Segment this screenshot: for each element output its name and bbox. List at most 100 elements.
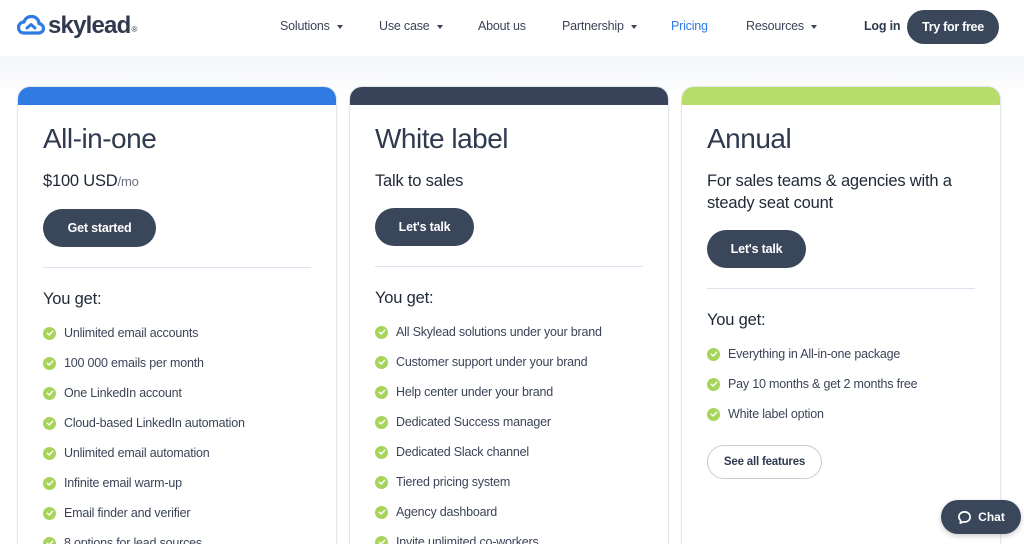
nav-label: Partnership [562,19,624,33]
check-icon [375,415,388,429]
feature-item: White label option [707,399,975,429]
check-icon [375,445,388,459]
card-accent-bar [350,87,668,105]
nav-label: About us [478,19,526,33]
plan-price: Talk to sales [375,172,464,190]
check-icon [707,347,720,361]
plan-card-white-label: White label Talk to sales Let's talk You… [350,87,668,544]
caret-down-icon [336,24,343,29]
feature-text: White label option [728,407,824,421]
login-link[interactable]: Log in [864,19,900,33]
feature-item: Cloud-based LinkedIn automation [43,408,311,438]
nav-solutions[interactable]: Solutions [280,19,343,33]
plan-card-annual: Annual For sales teams & agencies with a… [682,87,1000,544]
you-get-heading: You get: [43,290,102,308]
nav-pricing[interactable]: Pricing [671,19,708,33]
feature-item: Tiered pricing system [375,467,643,497]
check-icon [375,355,388,369]
feature-text: Customer support under your brand [396,355,588,369]
nav-partnership[interactable]: Partnership [562,19,637,33]
caret-down-icon [436,24,443,29]
feature-item: Infinite email warm-up [43,468,311,498]
feature-item: Agency dashboard [375,497,643,527]
registered-mark: ® [131,24,138,34]
check-icon [375,385,388,399]
brand-name: skylead [48,12,131,39]
skylead-logo[interactable]: skylead ® [17,13,137,39]
feature-text: All Skylead solutions under your brand [396,325,602,339]
plan-card-all-in-one: All-in-one $100 USD/mo Get started You g… [18,87,336,544]
nav-label: Resources [746,19,804,33]
nav-label: Use case [379,19,430,33]
caret-down-icon [810,24,817,29]
chat-button[interactable]: Chat [941,500,1021,534]
you-get-heading: You get: [707,311,766,329]
feature-item: All Skylead solutions under your brand [375,317,643,347]
check-icon [43,386,56,400]
feature-item: Unlimited email automation [43,438,311,468]
feature-list: Everything in All-in-one package Pay 10 … [707,339,975,429]
divider [707,288,975,289]
nav-resources[interactable]: Resources [746,19,817,33]
caret-down-icon [630,24,637,29]
feature-text: Unlimited email automation [64,446,210,460]
check-icon [375,475,388,489]
plan-title: Annual [707,123,792,154]
feature-text: Tiered pricing system [396,475,511,489]
plan-price: For sales teams & agencies with a steady… [707,172,952,212]
top-navbar: skylead ® Solutions Use case About us Pa… [0,0,1024,56]
feature-item: One LinkedIn account [43,378,311,408]
plan-title: All-in-one [43,123,157,154]
feature-text: One LinkedIn account [64,386,182,400]
feature-item: 8 options for lead sources [43,528,311,544]
feature-text: Invite unlimited co-workers [396,535,539,544]
lets-talk-button[interactable]: Let's talk [375,208,474,246]
try-for-free-button[interactable]: Try for free [907,10,999,44]
feature-text: Dedicated Success manager [396,415,551,429]
divider [375,266,643,267]
nav-label: Solutions [280,19,330,33]
feature-item: Customer support under your brand [375,347,643,377]
check-icon [43,326,56,340]
feature-item: Dedicated Slack channel [375,437,643,467]
price-amount: $100 USD [43,172,118,190]
divider [43,267,311,268]
feature-text: Cloud-based LinkedIn automation [64,416,245,430]
feature-text: Everything in All-in-one package [728,347,901,361]
see-all-features-button[interactable]: See all features [707,445,822,479]
feature-text: Help center under your brand [396,385,553,399]
feature-item: Everything in All-in-one package [707,339,975,369]
nav-about-us[interactable]: About us [478,19,526,33]
feature-text: Pay 10 months & get 2 months free [728,377,918,391]
feature-text: 100 000 emails per month [64,356,204,370]
get-started-button[interactable]: Get started [43,209,156,247]
feature-item: Invite unlimited co-workers [375,527,643,544]
price-unit: /mo [117,174,139,189]
feature-text: Email finder and verifier [64,506,191,520]
feature-text: Dedicated Slack channel [396,445,529,459]
nav-label: Pricing [671,19,708,33]
lets-talk-button[interactable]: Let's talk [707,230,806,268]
check-icon [707,407,720,421]
feature-list: Unlimited email accounts 100 000 emails … [43,318,311,544]
feature-text: Unlimited email accounts [64,326,199,340]
check-icon [707,377,720,391]
check-icon [375,535,388,544]
card-accent-bar [682,87,1000,105]
check-icon [43,506,56,520]
plan-title: White label [375,123,509,154]
you-get-heading: You get: [375,289,434,307]
feature-text: Agency dashboard [396,505,498,519]
feature-item: Unlimited email accounts [43,318,311,348]
check-icon [375,505,388,519]
check-icon [43,476,56,490]
feature-item: Pay 10 months & get 2 months free [707,369,975,399]
feature-item: Help center under your brand [375,377,643,407]
feature-text: 8 options for lead sources [64,536,202,544]
nav-use-case[interactable]: Use case [379,19,443,33]
feature-item: Dedicated Success manager [375,407,643,437]
check-icon [43,536,56,544]
check-icon [43,356,56,370]
check-icon [43,446,56,460]
chat-label: Chat [978,510,1005,524]
